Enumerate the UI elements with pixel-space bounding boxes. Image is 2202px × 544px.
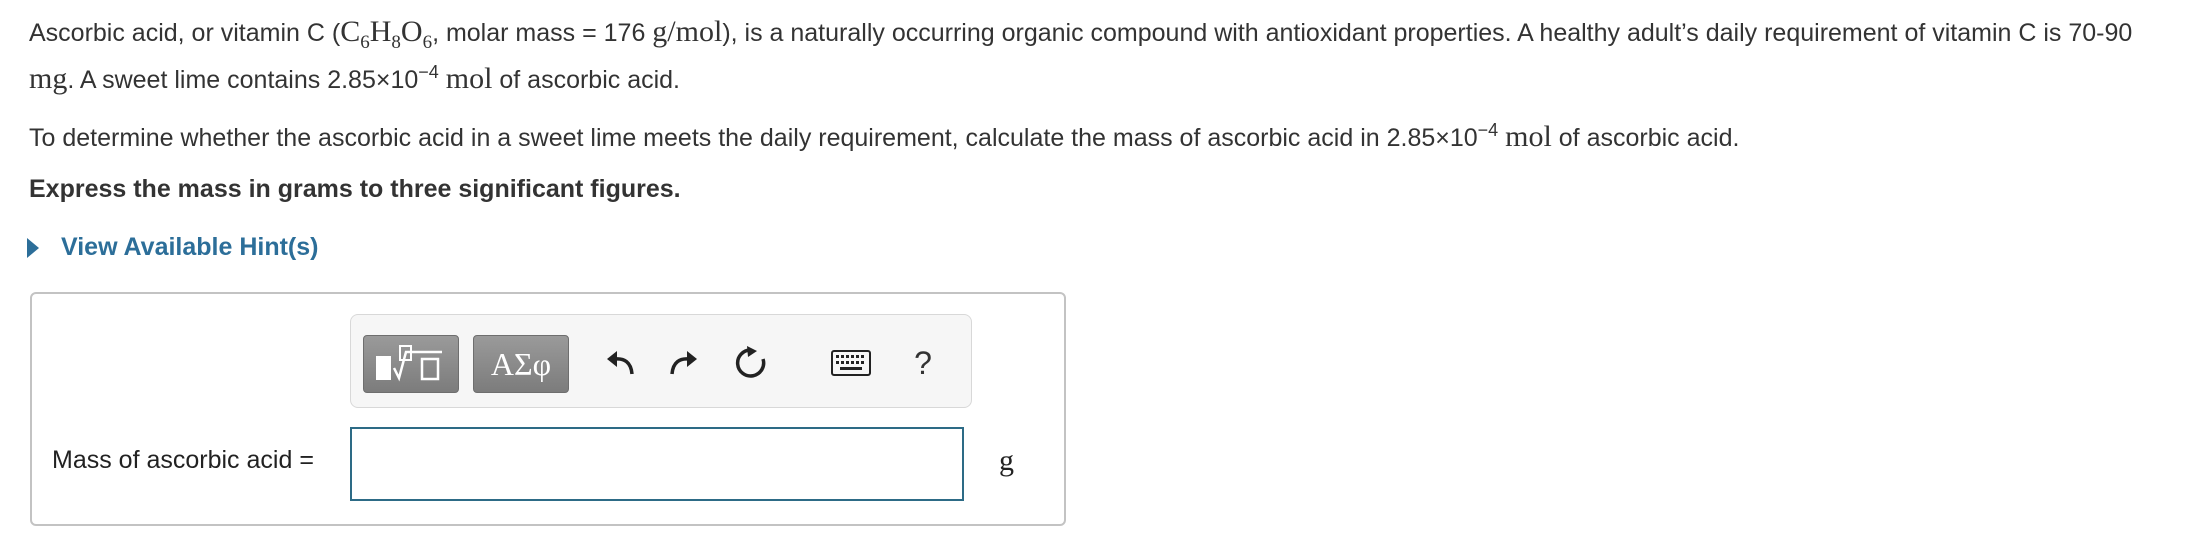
question-main-text: To determine whether the ascorbic acid i… (29, 124, 1478, 152)
mg-unit: mg (29, 62, 68, 95)
question-end-text: of ascorbic acid. (1551, 124, 1740, 152)
formula-hydrogen-count: 8 (391, 32, 401, 53)
templates-icon (376, 345, 442, 382)
redo-icon (670, 351, 697, 375)
exponent: −4 (418, 62, 439, 82)
daily-requirement-text: ), is a naturally occurring organic comp… (722, 19, 2133, 47)
chemical-formula: C6H8O6 (340, 15, 432, 53)
formula-carbon-count: 6 (360, 32, 370, 53)
mol-unit: mol (445, 62, 493, 95)
question-text: To determine whether the ascorbic acid i… (29, 119, 2169, 158)
math-toolbar: ΑΣφ ? (350, 314, 972, 408)
redo-button[interactable] (661, 339, 705, 387)
view-hints-label: View Available Hint(s) (61, 233, 319, 261)
templates-button[interactable] (363, 335, 459, 393)
intro-text: Ascorbic acid, or vitamin C ( (29, 19, 341, 47)
keyboard-icon (831, 350, 871, 376)
question-exponent: −4 (1477, 120, 1499, 140)
caret-right-icon (27, 237, 39, 258)
molar-mass-text: , molar mass = 176 (432, 19, 653, 47)
greek-symbols-button[interactable]: ΑΣφ (473, 335, 569, 393)
undo-button[interactable] (599, 339, 643, 387)
help-button[interactable]: ? (901, 339, 945, 387)
formula-hydrogen: H (369, 15, 392, 48)
molar-mass-unit: g/mol (652, 15, 723, 48)
mass-label: Mass of ascorbic acid = (52, 446, 314, 474)
reset-button[interactable] (729, 339, 773, 387)
reset-icon (735, 346, 766, 378)
unit-label: g (999, 444, 1014, 477)
intro-end-text: of ascorbic acid. (492, 66, 681, 94)
formula-oxygen: O (400, 15, 423, 48)
problem-statement: Ascorbic acid, or vitamin C (C6H8O6, mol… (29, 14, 2169, 100)
instruction-text: Express the mass in grams to three signi… (29, 175, 681, 203)
view-hints-link[interactable]: View Available Hint(s) (27, 233, 318, 262)
undo-icon (607, 351, 634, 375)
mass-input[interactable] (350, 427, 964, 501)
formula-oxygen-count: 6 (422, 32, 433, 53)
question-mol-unit: mol (1505, 120, 1552, 153)
keyboard-button[interactable] (829, 339, 873, 387)
formula-carbon: C (340, 15, 361, 48)
sweet-lime-text: . A sweet lime contains 2.85×10 (67, 66, 419, 94)
